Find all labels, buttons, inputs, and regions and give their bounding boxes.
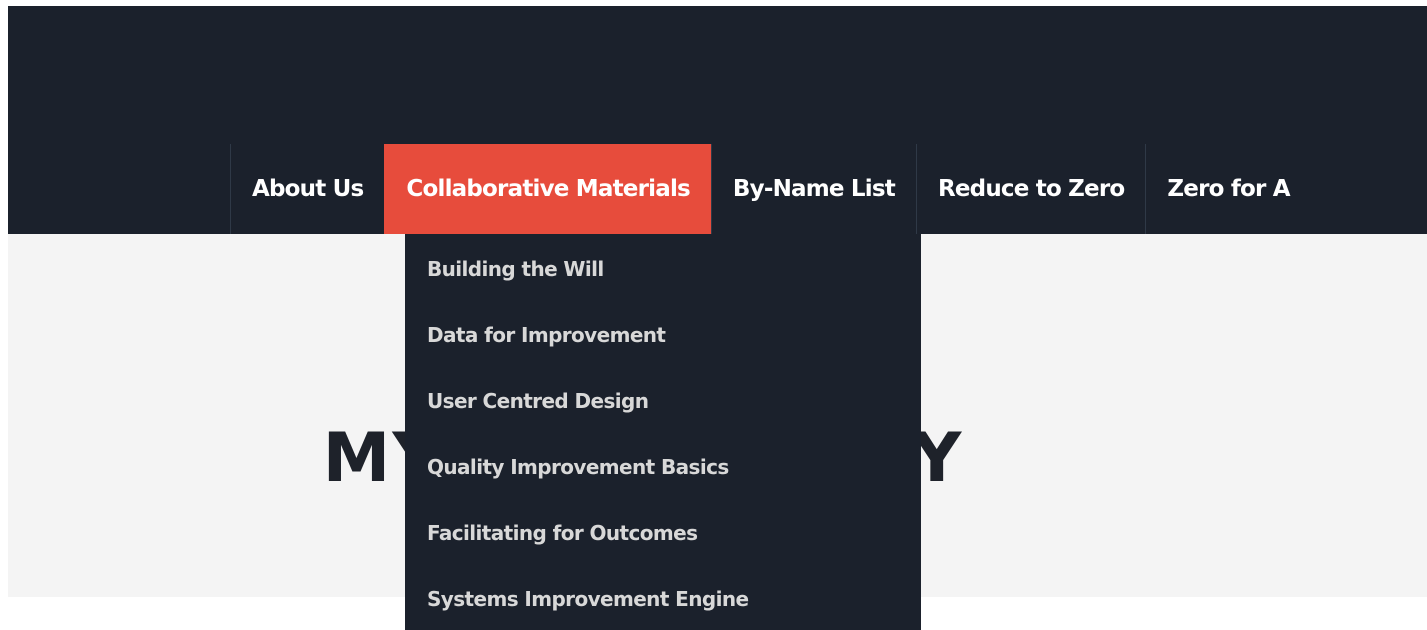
dropdown-item-quality-improvement-basics[interactable]: Quality Improvement Basics	[405, 432, 921, 498]
nav-item-label: About Us	[252, 176, 364, 202]
nav-item-label: Collaborative Materials	[406, 176, 690, 202]
nav-item-zero-for[interactable]: Zero for A	[1145, 144, 1310, 234]
main-nav: About Us Collaborative Materials By-Name…	[230, 144, 1311, 234]
nav-item-label: Reduce to Zero	[937, 176, 1125, 202]
dropdown-item-user-centred-design[interactable]: User Centred Design	[405, 366, 921, 432]
dropdown-item-facilitating-for-outcomes[interactable]: Facilitating for Outcomes	[405, 498, 921, 564]
nav-item-reduce-to-zero[interactable]: Reduce to Zero	[915, 144, 1145, 234]
dropdown-item-systems-improvement-engine[interactable]: Systems Improvement Engine	[405, 564, 921, 630]
nav-item-by-name-list[interactable]: By-Name List	[710, 144, 916, 234]
page: About Us Collaborative Materials By-Name…	[0, 0, 1427, 630]
dropdown-item-building-the-will[interactable]: Building the Will	[405, 234, 921, 300]
dropdown-item-data-for-improvement[interactable]: Data for Improvement	[405, 300, 921, 366]
collaborative-materials-dropdown: Building the Will Data for Improvement U…	[405, 234, 921, 630]
nav-item-label: By-Name List	[732, 176, 896, 202]
nav-item-label: Zero for A	[1167, 176, 1290, 202]
nav-item-about-us[interactable]: About Us	[230, 144, 384, 234]
nav-item-collaborative-materials[interactable]: Collaborative Materials	[384, 144, 711, 234]
